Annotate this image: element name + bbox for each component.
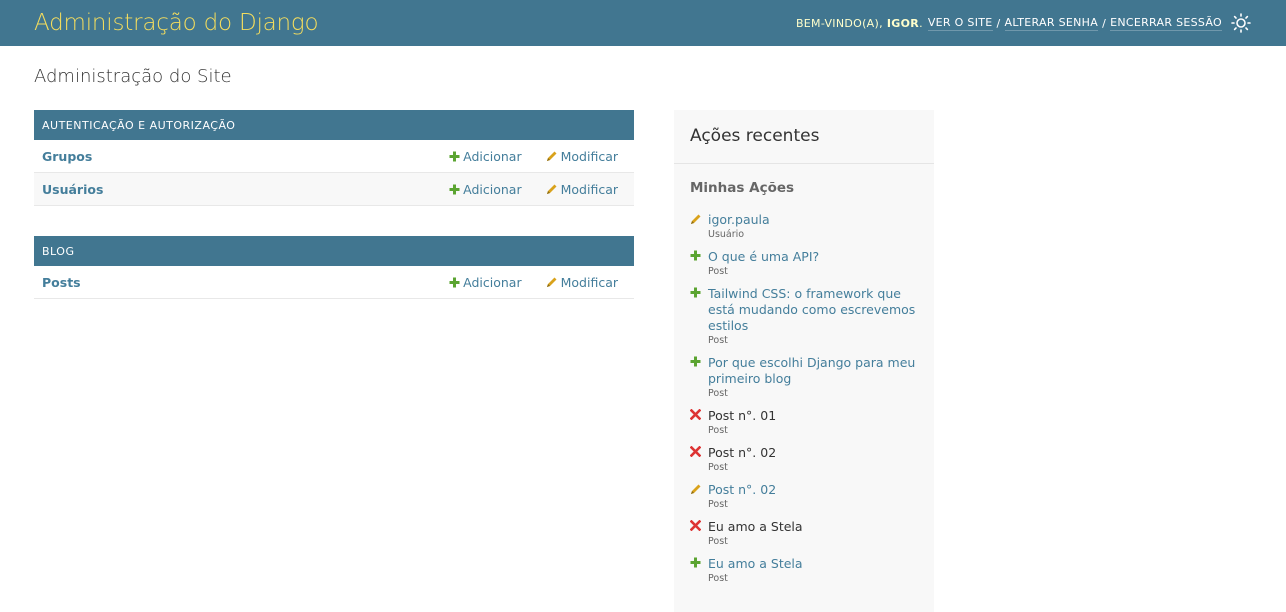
add-icon <box>449 151 460 161</box>
delete-icon <box>689 408 708 436</box>
recent-action-link[interactable]: O que é uma API? <box>708 249 918 265</box>
recent-action-link: Post n°. 01 <box>708 408 777 423</box>
logout-link[interactable]: Encerrar sessão <box>1110 16 1222 31</box>
model-link-usuarios[interactable]: Usuários <box>42 182 425 197</box>
theme-toggle-icon[interactable] <box>1230 12 1252 34</box>
model-row-grupos: Grupos Adicionar Modificar <box>34 140 634 173</box>
view-site-link[interactable]: Ver o site <box>927 16 993 31</box>
header: Administração do Django Bem-vindo(a), Ig… <box>0 0 1286 46</box>
model-link-posts[interactable]: Posts <box>42 275 425 290</box>
add-icon <box>449 184 460 194</box>
recent-action-item: Tailwind CSS: o framework que está mudan… <box>690 286 918 346</box>
recent-action-link[interactable]: Tailwind CSS: o framework que está mudan… <box>708 286 918 334</box>
recent-action-body: Por que escolhi Django para meu primeiro… <box>708 355 918 399</box>
recent-action-type: Post <box>708 388 728 399</box>
module-auth: Autenticação e Autorização Grupos Adicio… <box>34 110 634 206</box>
add-grupos-button[interactable]: Adicionar <box>449 148 522 164</box>
delete-icon <box>689 445 708 473</box>
change-label: Modificar <box>560 274 618 290</box>
my-actions-heading: Minhas Ações <box>690 180 795 196</box>
recent-action-body: Tailwind CSS: o framework que está mudan… <box>708 286 918 346</box>
add-icon <box>449 277 460 287</box>
recent-action-item: O que é uma API? Post <box>690 249 918 277</box>
change-icon <box>690 482 708 510</box>
page-title: Administração do Site <box>34 66 232 87</box>
change-usuarios-button[interactable]: Modificar <box>546 182 618 197</box>
recent-actions-title: Ações recentes <box>674 110 934 164</box>
change-posts-button[interactable]: Modificar <box>546 275 618 290</box>
recent-action-type: Post <box>708 266 728 277</box>
recent-action-body: Eu amo a Stela Post <box>708 556 918 584</box>
model-row-usuarios: Usuários Adicionar Modificar <box>34 173 634 206</box>
add-label: Adicionar <box>463 274 522 290</box>
delete-icon <box>689 519 708 547</box>
module-caption[interactable]: Autenticação e Autorização <box>34 110 634 140</box>
user-tools: Bem-vindo(a), Igor. Ver o site / Alterar… <box>796 12 1252 34</box>
change-icon <box>690 212 708 240</box>
recent-action-body: Post n°. 02 Post <box>708 482 918 510</box>
recent-action-body: O que é uma API? Post <box>708 249 918 277</box>
recent-action-link[interactable]: Eu amo a Stela <box>708 556 918 572</box>
recent-action-link: Post n°. 02 <box>708 445 777 460</box>
recent-actions-list: igor.paula Usuário O que é uma API? Post Tai… <box>674 196 934 584</box>
pencil-icon <box>546 151 557 161</box>
site-name[interactable]: Administração do Django <box>34 10 319 36</box>
recent-action-item: Post n°. 02 Post <box>689 445 918 473</box>
change-label: Modificar <box>560 148 618 164</box>
recent-action-item: Por que escolhi Django para meu primeiro… <box>690 355 918 399</box>
change-password-link[interactable]: Alterar senha <box>1004 16 1099 31</box>
recent-action-link[interactable]: Por que escolhi Django para meu primeiro… <box>708 355 918 387</box>
add-label: Adicionar <box>463 181 522 197</box>
username: Igor <box>886 16 920 30</box>
recent-actions-panel: Ações recentes Minhas Ações igor.paula Us… <box>674 110 934 612</box>
recent-action-link: Eu amo a Stela <box>708 519 803 534</box>
recent-action-body: igor.paula Usuário <box>708 212 918 240</box>
add-icon <box>690 249 708 277</box>
recent-action-type: Post <box>708 536 728 547</box>
change-grupos-button[interactable]: Modificar <box>546 149 618 164</box>
change-label: Modificar <box>560 181 618 197</box>
model-row-posts: Posts Adicionar Modificar <box>34 266 634 299</box>
recent-action-link[interactable]: igor.paula <box>708 212 918 228</box>
add-usuarios-button[interactable]: Adicionar <box>449 181 522 197</box>
recent-action-item: igor.paula Usuário <box>690 212 918 240</box>
recent-action-type: Post <box>708 425 728 436</box>
pencil-icon <box>546 184 557 194</box>
add-label: Adicionar <box>463 148 522 164</box>
add-posts-button[interactable]: Adicionar <box>449 274 522 290</box>
recent-action-type: Post <box>708 573 728 584</box>
recent-action-item: Post n°. 01 Post <box>689 408 918 436</box>
recent-action-link[interactable]: Post n°. 02 <box>708 482 918 498</box>
model-link-grupos[interactable]: Grupos <box>42 149 425 164</box>
recent-action-body: Post n°. 01 Post <box>708 408 918 436</box>
recent-action-type: Post <box>708 499 728 510</box>
recent-action-body: Post n°. 02 Post <box>708 445 918 473</box>
module-caption[interactable]: Blog <box>34 236 634 266</box>
recent-action-item: Eu amo a Stela Post <box>690 556 918 584</box>
welcome-text: Bem-vindo(a), <box>795 16 883 30</box>
recent-action-item: Eu amo a Stela Post <box>689 519 918 547</box>
recent-action-type: Post <box>708 335 728 346</box>
recent-action-body: Eu amo a Stela Post <box>708 519 918 547</box>
add-icon <box>690 355 708 399</box>
recent-action-type: Usuário <box>708 229 745 240</box>
pencil-icon <box>546 277 557 287</box>
add-icon <box>690 286 708 346</box>
module-blog: Blog Posts Adicionar Modificar <box>34 236 634 299</box>
recent-action-type: Post <box>708 462 728 473</box>
add-icon <box>690 556 708 584</box>
recent-action-item: Post n°. 02 Post <box>690 482 918 510</box>
